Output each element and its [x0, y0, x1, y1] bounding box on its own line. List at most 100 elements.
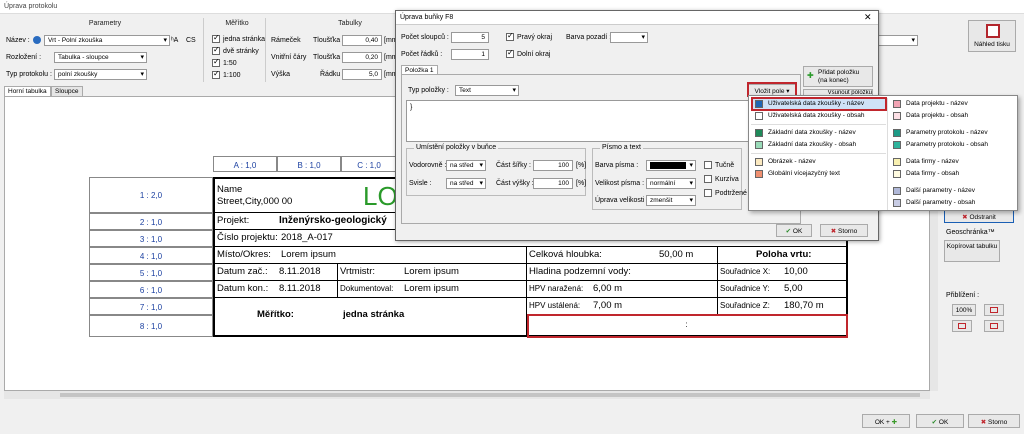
table-cell[interactable]: Poloha vrtu:: [718, 247, 848, 264]
row-header[interactable]: 5 : 1,0: [89, 264, 213, 281]
table-cell[interactable]: HPV naražená: 6,00 m: [527, 281, 718, 298]
type-select[interactable]: polní zkoušky: [54, 69, 147, 80]
menu-item[interactable]: Uživatelská data zkoušky - obsah: [768, 112, 864, 119]
table-cell[interactable]: Souřadnice X: 10,00: [718, 264, 848, 281]
row-header[interactable]: 8 : 1,0: [89, 315, 213, 337]
name-select[interactable]: Vrt - Polní zkouška: [44, 35, 170, 46]
zoom-100-button[interactable]: 100%: [952, 304, 976, 316]
row-header[interactable]: 4 : 1,0: [89, 247, 213, 264]
rows-input[interactable]: 5,0: [342, 69, 382, 80]
menu-item[interactable]: Parametry protokolu - obsah: [906, 141, 988, 148]
horizontal-select[interactable]: na střed: [446, 160, 486, 171]
item-text-area[interactable]: }: [406, 100, 801, 142]
print-preview-button[interactable]: Náhled tisku: [968, 20, 1016, 52]
table-cell[interactable]: HPV ustálená: 7,00 m: [527, 298, 718, 315]
vertical-select[interactable]: na střed: [446, 178, 486, 189]
text-format-icon[interactable]: ʰA: [171, 37, 178, 44]
dialog-cancel-button[interactable]: ✖ Storno: [820, 224, 868, 237]
cancel-button[interactable]: ✖ Storno: [968, 414, 1020, 428]
thickness2-label: Tloušťka :: [313, 54, 345, 61]
table-cell[interactable]: Měřítko: jedna stránka: [213, 298, 527, 337]
layout-select[interactable]: Tabulka - sloupce: [54, 52, 147, 63]
column-header[interactable]: C : 1,0: [341, 156, 397, 172]
size-adjust-select[interactable]: zmenšit: [646, 195, 696, 206]
company-address: Street,City,000 00: [217, 196, 293, 207]
menu-item[interactable]: Parametry protokolu - název: [906, 129, 988, 136]
table-cell[interactable]: Místo/Okres: Lorem ipsum: [213, 247, 527, 264]
table-cell[interactable]: Dokumentoval: Lorem ipsum: [338, 281, 527, 298]
row-header[interactable]: 7 : 1,0: [89, 298, 213, 315]
dialog-ok-button[interactable]: ✔ OK: [776, 224, 812, 237]
rows-input[interactable]: 1: [451, 49, 489, 60]
depth-value: 50,00 m: [659, 249, 694, 260]
width-part-input[interactable]: 100: [533, 160, 573, 171]
menu-item[interactable]: Základní data zkoušky - název: [768, 129, 856, 136]
color-swatch: [893, 112, 901, 120]
font-size-select[interactable]: normální: [646, 178, 696, 189]
percent-label: [%]: [576, 162, 587, 169]
column-header[interactable]: B : 1,0: [277, 156, 341, 172]
table-cell[interactable]: Hladina podzemní vody:: [527, 264, 718, 281]
ok-plus-button[interactable]: OK + ✚: [862, 414, 910, 428]
row-header[interactable]: 1 : 2,0: [89, 177, 213, 213]
bold-checkbox[interactable]: Tučně: [704, 161, 734, 169]
zoom-fit-button[interactable]: [984, 304, 1004, 316]
position-group-title: Umístění položky v buňce: [414, 144, 499, 151]
menu-item[interactable]: Globální vícejazyčný text: [768, 170, 840, 177]
dialog-title: Úprava buňky F8: [396, 11, 878, 25]
menu-item[interactable]: Data projektu - obsah: [906, 112, 968, 119]
menu-item[interactable]: Další parametry - název: [906, 187, 975, 194]
right-select[interactable]: [878, 35, 918, 46]
row-header[interactable]: 3 : 1,0: [89, 230, 213, 247]
insert-field-menu[interactable]: Uživatelská data zkoušky - název Uživate…: [748, 95, 1018, 211]
right-border-checkbox[interactable]: Pravý okraj: [506, 31, 552, 41]
columns-input[interactable]: 5: [451, 32, 489, 43]
thickness1-input[interactable]: 0,40: [342, 35, 382, 46]
menu-item[interactable]: Uživatelská data zkoušky - název: [768, 100, 864, 107]
end-date-value: 8.11.2018: [279, 283, 321, 294]
row-header[interactable]: 2 : 1,0: [89, 213, 213, 230]
menu-item[interactable]: Data firmy - název: [906, 158, 959, 165]
table-cell[interactable]: Datum zač.: 8.11.2018: [213, 264, 338, 281]
font-color-select[interactable]: [646, 160, 696, 171]
menu-item[interactable]: Data firmy - obsah: [906, 170, 959, 177]
percent-label: [%]: [576, 180, 587, 187]
row-header[interactable]: 6 : 1,0: [89, 281, 213, 298]
remove-button[interactable]: ✖ Odstranit: [944, 210, 1014, 223]
table-cell[interactable]: Vrtmistr: Lorem ipsum: [338, 264, 527, 281]
scale-opt4[interactable]: 1:100: [212, 69, 241, 79]
table-cell[interactable]: Souřadnice Y: 5,00: [718, 281, 848, 298]
zoom-out-button[interactable]: [984, 320, 1004, 332]
ok-button[interactable]: ✔ OK: [916, 414, 964, 428]
cs-label[interactable]: CS: [186, 37, 196, 44]
zoom-in-button[interactable]: [952, 320, 972, 332]
copy-table-button[interactable]: Kopírovat tabulku: [944, 240, 1000, 262]
close-icon[interactable]: ✕: [864, 12, 872, 23]
menu-item[interactable]: Základní data zkoušky - obsah: [768, 141, 856, 148]
background-color-select[interactable]: [610, 32, 648, 43]
menu-item[interactable]: Data projektu - název: [906, 100, 968, 107]
scale-opt1[interactable]: jedna stránka: [212, 33, 265, 43]
thickness2-input[interactable]: 0,20: [342, 52, 382, 63]
item-type-select[interactable]: Text: [455, 85, 519, 96]
add-item-button[interactable]: ✚ Přidat položku (na konec): [803, 66, 873, 87]
underline-checkbox[interactable]: Podtržené: [704, 189, 747, 197]
column-header[interactable]: A : 1,0: [213, 156, 277, 172]
bottom-border-checkbox[interactable]: Dolní okraj: [506, 48, 550, 58]
italic-checkbox[interactable]: Kurzíva: [704, 175, 739, 183]
scale-opt3[interactable]: 1:50: [212, 57, 237, 67]
project-label: Projekt:: [217, 215, 250, 226]
menu-item[interactable]: Další parametry - obsah: [906, 199, 975, 206]
tab-top-table[interactable]: Horní tabulka: [4, 86, 51, 96]
table-cell[interactable]: Celková hloubka: 50,00 m: [527, 247, 718, 264]
color-swatch: [893, 141, 901, 149]
table-cell[interactable]: Souřadnice Z: 180,70 m: [718, 298, 848, 315]
background-label: Barva pozadí :: [566, 34, 612, 41]
scale-opt2[interactable]: dvě stránky: [212, 45, 259, 55]
table-cell[interactable]: Datum kon.: 8.11.2018: [213, 281, 338, 298]
height-part-input[interactable]: 100: [533, 178, 573, 189]
tab-columns[interactable]: Sloupce: [51, 86, 83, 96]
menu-item[interactable]: Obrázek - název: [768, 158, 816, 165]
scrollbar-thumb[interactable]: [60, 393, 920, 397]
inner-lines-label: Vnitřní čáry: [271, 54, 307, 61]
